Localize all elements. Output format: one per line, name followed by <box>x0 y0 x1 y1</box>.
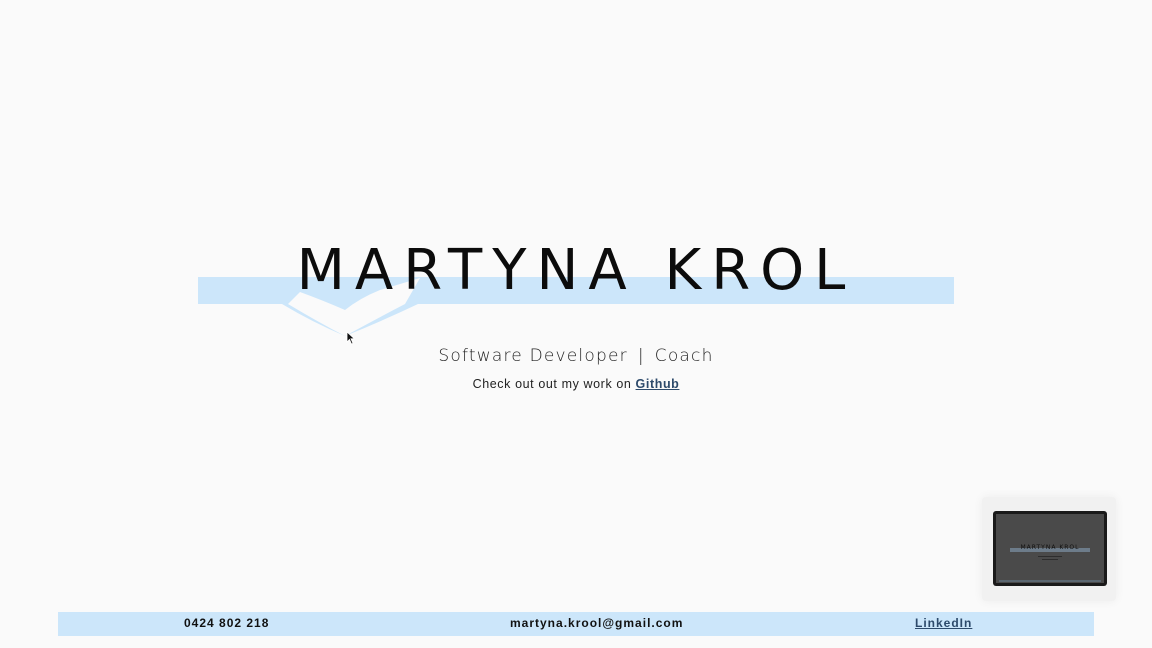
thumbnail-title: MARTYNA KROL <box>1020 544 1080 551</box>
subtitle-separator: | <box>637 346 645 366</box>
subtitle-role: Software Developer <box>438 346 628 366</box>
linkedin-link[interactable]: LinkedIn <box>915 616 972 630</box>
hero-subtitle: Software Developer | Coach <box>0 346 1152 366</box>
contact-footer: 0424 802 218 martyna.krool@gmail.com Lin… <box>58 612 1094 636</box>
subtitle-role-2: Coach <box>654 346 714 366</box>
hero-title: MARTYNA KROL <box>296 238 856 303</box>
github-line: Check out out my work on Github <box>0 377 1152 391</box>
thumbnail-subtitle-line-2 <box>1042 559 1058 560</box>
github-prefix: Check out out my work on <box>472 377 636 391</box>
footer-phone: 0424 802 218 <box>184 616 270 630</box>
portfolio-page: MARTYNA KROL Software Developer | Coach Ch… <box>0 0 1152 648</box>
preview-thumbnail[interactable]: MARTYNA KROL <box>993 511 1107 586</box>
hero-accent-band <box>198 277 954 336</box>
arrow-cursor-icon <box>346 331 356 345</box>
github-link[interactable]: Github <box>636 377 680 391</box>
footer-email: martyna.krool@gmail.com <box>510 616 684 630</box>
thumbnail-footer <box>999 580 1101 582</box>
thumbnail-subtitle-line <box>1038 556 1062 557</box>
thumbnail-screen: MARTYNA KROL <box>996 514 1104 583</box>
